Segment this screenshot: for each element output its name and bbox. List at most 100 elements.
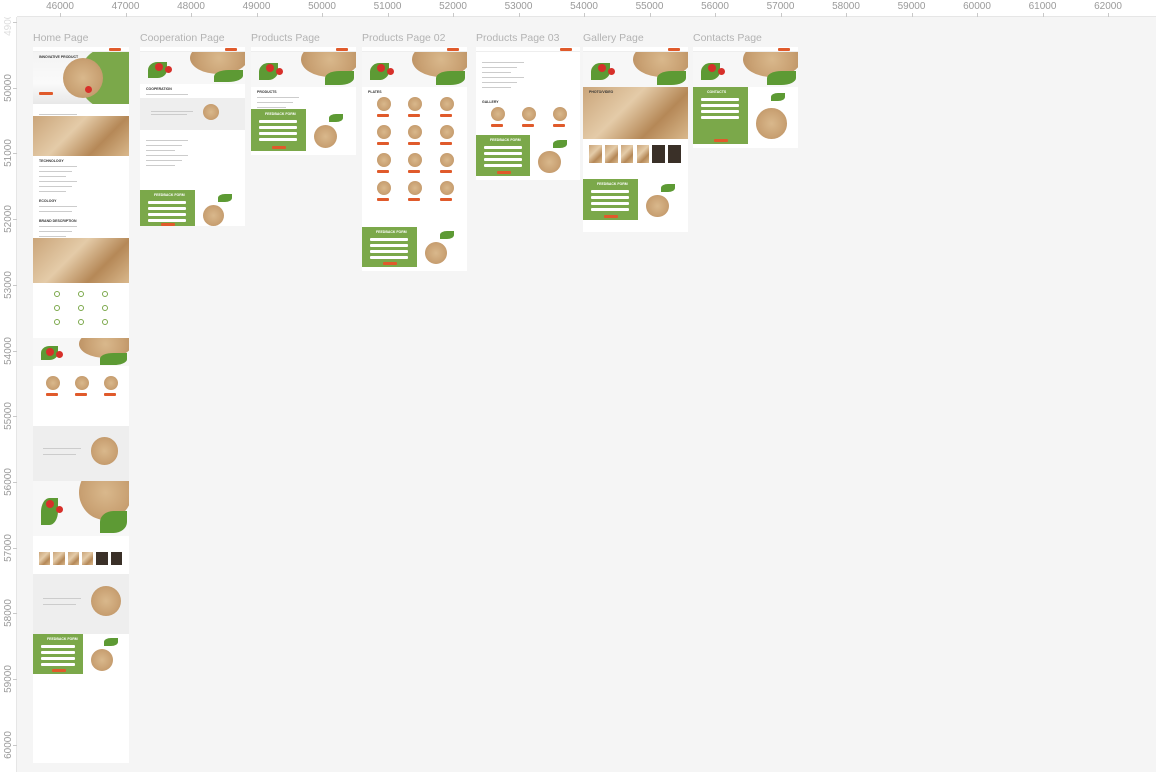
product-grid: PLATES bbox=[362, 87, 467, 227]
horizontal-ruler: 46000 47000 48000 49000 50000 51000 52000 53000… bbox=[0, 0, 1156, 17]
text-section: BRAND DESCRIPTION bbox=[33, 216, 129, 238]
ruler-x-label: 53000 bbox=[504, 1, 533, 12]
ruler-tick bbox=[1108, 13, 1109, 17]
text-section bbox=[140, 130, 245, 190]
photo-section bbox=[33, 238, 129, 283]
frame-label[interactable]: Cooperation Page bbox=[140, 32, 225, 44]
product-grid bbox=[33, 366, 129, 426]
ruler-x-label: 48000 bbox=[177, 1, 205, 12]
feedback-form-section: CONTACTS bbox=[693, 87, 798, 148]
frame-label[interactable]: Gallery Page bbox=[583, 32, 644, 44]
content-section bbox=[140, 98, 245, 130]
section-heading: FEEDBACK FORM bbox=[597, 182, 628, 186]
text-section bbox=[476, 52, 580, 97]
photo-section: PHOTO/VIDEO bbox=[583, 87, 688, 139]
banner-image bbox=[362, 52, 467, 87]
feedback-form-section: FEEDBACK FORM bbox=[476, 135, 580, 180]
feedback-form-section: FEEDBACK FORM bbox=[362, 227, 467, 271]
feedback-form-section: FEEDBACK FORM bbox=[251, 109, 356, 155]
ruler-tick bbox=[13, 481, 17, 483]
section-heading: FEEDBACK FORM bbox=[490, 138, 521, 142]
thumbnail-strip bbox=[33, 546, 129, 574]
text-section: TECHNOLOGY bbox=[33, 156, 129, 196]
ruler-tick bbox=[584, 13, 585, 17]
text-section: ECOLOGY bbox=[33, 196, 129, 216]
section-heading: COOPERATION bbox=[146, 87, 172, 91]
ruler-x-label: 54000 bbox=[570, 1, 598, 12]
ruler-x-label: 49000 bbox=[242, 1, 271, 12]
section-heading: FEEDBACK FORM bbox=[265, 112, 296, 116]
ruler-tick bbox=[256, 13, 258, 17]
feedback-form-section: FEEDBACK FORM bbox=[140, 190, 245, 226]
section-heading: FEEDBACK FORM bbox=[376, 230, 407, 234]
ruler-x-label: 46000 bbox=[46, 1, 74, 12]
ruler-x-label: 56000 bbox=[701, 1, 729, 12]
ruler-x-label: 62000 bbox=[1094, 1, 1122, 12]
banner-image bbox=[693, 52, 798, 87]
text-section: PRODUCTS bbox=[251, 87, 356, 109]
ruler-x-label: 47000 bbox=[111, 1, 140, 12]
page-frame[interactable]: INNOVATIVE PRODUCT TECHNOLOGY ECOLOGY BRAND… bbox=[33, 47, 129, 763]
frame-label[interactable]: Products Page bbox=[251, 32, 320, 44]
ruler-tick bbox=[13, 744, 17, 746]
frame-label[interactable]: Home Page bbox=[33, 32, 88, 44]
ruler-x-label: 55000 bbox=[635, 1, 664, 12]
page-frame[interactable]: CONTACTS bbox=[693, 47, 798, 148]
ruler-x-label: 59000 bbox=[897, 1, 926, 12]
photo-section bbox=[33, 116, 129, 156]
section-heading: ECOLOGY bbox=[39, 199, 57, 203]
content-section bbox=[33, 574, 129, 634]
ruler-tick bbox=[453, 13, 454, 17]
page-frame[interactable]: PRODUCTS FEEDBACK FORM bbox=[251, 47, 356, 155]
ruler-tick bbox=[13, 547, 17, 549]
section-heading: BRAND DESCRIPTION bbox=[39, 219, 77, 223]
ruler-tick bbox=[191, 13, 192, 17]
ruler-corner bbox=[0, 0, 17, 17]
banner-image bbox=[33, 338, 129, 366]
feedback-form-section: FEEDBACK FORM bbox=[583, 179, 688, 224]
ruler-tick bbox=[715, 13, 716, 17]
ruler-tick bbox=[1042, 13, 1044, 17]
text-section bbox=[33, 104, 129, 116]
ruler-tick bbox=[13, 87, 17, 89]
page-frame[interactable]: GALLERY FEEDBACK FORM bbox=[476, 47, 580, 180]
section-heading: GALLERY bbox=[482, 100, 499, 104]
ruler-tick bbox=[780, 13, 782, 17]
page-frame[interactable]: PLATES FEEDBACK FORM bbox=[362, 47, 467, 271]
ruler-tick bbox=[911, 13, 913, 17]
ruler-tick bbox=[387, 13, 389, 17]
ruler-tick bbox=[649, 13, 651, 17]
section-heading: INNOVATIVE PRODUCT bbox=[39, 55, 79, 59]
page-frame[interactable]: PHOTO/VIDEO FEEDBACK FORM bbox=[583, 47, 688, 232]
section-heading: FEEDBACK FORM bbox=[154, 193, 185, 197]
ruler-tick bbox=[13, 416, 17, 418]
banner-image bbox=[251, 52, 356, 87]
ruler-tick bbox=[518, 13, 520, 17]
ruler-tick bbox=[13, 679, 17, 680]
ruler-tick bbox=[13, 613, 17, 615]
ruler-x-label: 52000 bbox=[439, 1, 467, 12]
benefits-icons bbox=[33, 283, 129, 338]
text-section bbox=[33, 536, 129, 546]
ruler-tick bbox=[13, 153, 17, 155]
section-heading: FEEDBACK FORM bbox=[47, 637, 78, 641]
ruler-tick bbox=[13, 284, 17, 286]
content-section bbox=[33, 426, 129, 481]
ruler-tick bbox=[60, 13, 61, 17]
thumbnail-strip bbox=[583, 139, 688, 179]
banner-image bbox=[583, 52, 688, 87]
frame-label[interactable]: Products Page 02 bbox=[362, 32, 445, 44]
ruler-tick bbox=[977, 13, 978, 17]
ruler-x-label: 60000 bbox=[963, 1, 991, 12]
section-heading: PRODUCTS bbox=[257, 90, 277, 94]
ruler-x-label: 57000 bbox=[766, 1, 795, 12]
section-heading: TECHNOLOGY bbox=[39, 159, 64, 163]
frame-label[interactable]: Products Page 03 bbox=[476, 32, 559, 44]
product-grid: GALLERY bbox=[476, 97, 580, 135]
section-heading: CONTACTS bbox=[707, 90, 727, 94]
frame-label[interactable]: Contacts Page bbox=[693, 32, 762, 44]
feedback-form-section: FEEDBACK FORM bbox=[33, 634, 129, 678]
hero-section: INNOVATIVE PRODUCT bbox=[33, 52, 129, 104]
page-frame[interactable]: COOPERATION FEEDBACK FORM bbox=[140, 47, 245, 226]
ruler-tick bbox=[125, 13, 127, 17]
